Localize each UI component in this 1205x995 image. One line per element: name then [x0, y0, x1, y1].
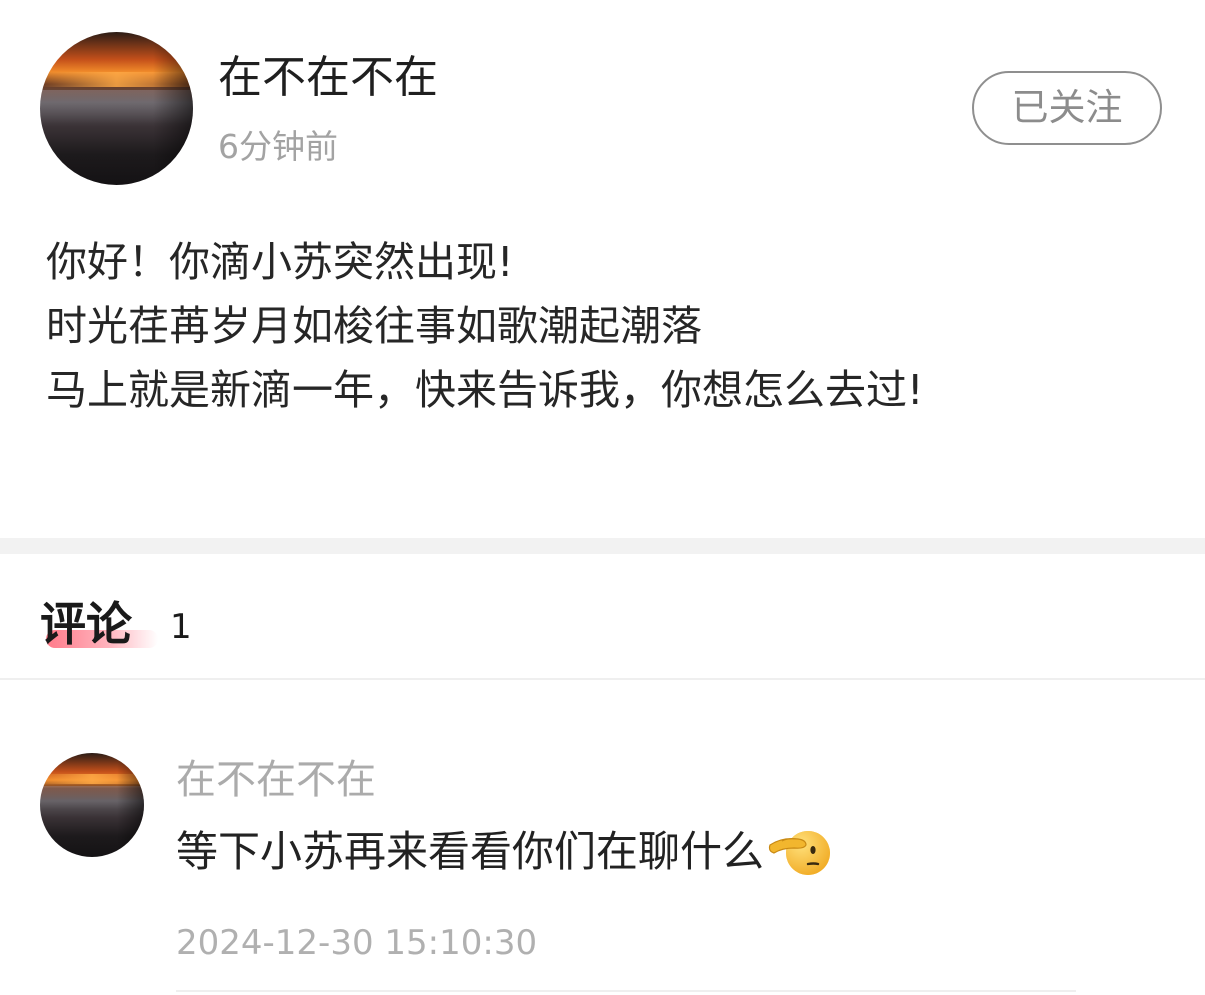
comment-timestamp: 2024-12-30 15:10:30 [176, 923, 538, 963]
section-divider [0, 538, 1205, 554]
divider [0, 678, 1205, 680]
comment-text[interactable]: 等下小苏再来看看你们在聊什么 [176, 822, 831, 883]
author-name[interactable]: 在不在不在 [218, 50, 438, 106]
comment-avatar[interactable] [40, 753, 144, 857]
avatar-shade [116, 753, 144, 857]
post-time: 6分钟前 [218, 127, 338, 166]
comment-author[interactable]: 在不在不在 [176, 754, 376, 806]
comments-count: 1 [170, 607, 192, 647]
comments-title: 评论 [40, 597, 132, 651]
avatar[interactable] [40, 32, 193, 185]
post-content-line: 时光荏苒岁月如梭往事如歌潮起潮落 [46, 302, 702, 350]
avatar-shade [153, 32, 193, 185]
saluting-face-icon [768, 823, 831, 879]
post-content-line: 你好！你滴小苏突然出现! [46, 238, 514, 286]
comment-text-body: 等下小苏再来看看你们在聊什么 [176, 827, 765, 876]
post-content: 你好！你滴小苏突然出现! 时光荏苒岁月如梭往事如歌潮起潮落 马上就是新滴一年，快… [46, 230, 1166, 422]
follow-button[interactable]: 已关注 [972, 71, 1162, 145]
divider [176, 990, 1076, 992]
post-content-line: 马上就是新滴一年，快来告诉我，你想怎么去过! [46, 366, 924, 414]
